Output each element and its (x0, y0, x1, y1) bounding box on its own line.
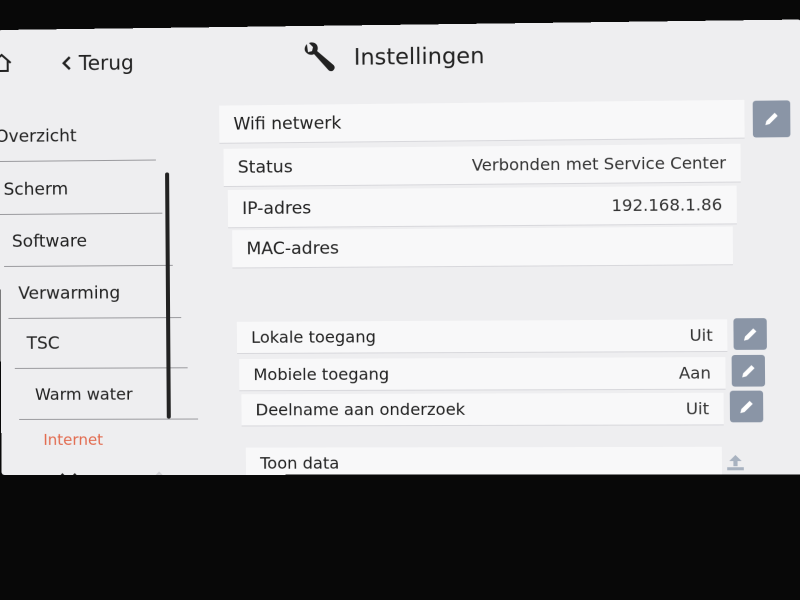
research-participation-edit-button[interactable] (729, 390, 764, 423)
upload-icon[interactable] (724, 452, 747, 472)
page-title: Instellingen (353, 43, 485, 71)
ip-address-row: IP-adres 192.168.1.86 (227, 185, 737, 228)
pencil-icon (743, 327, 757, 341)
sidebar-item-label: Software (11, 230, 88, 252)
pencil-icon (765, 112, 778, 126)
sidebar-item-verwarming[interactable]: Verwarming (8, 267, 182, 319)
mobile-access-edit-button[interactable] (731, 354, 766, 387)
status-value: Verbonden met Service Center (471, 153, 727, 175)
research-participation-value: Uit (685, 398, 710, 419)
sidebar-item-label: Warm water (34, 384, 133, 404)
local-access-row: Lokale toegang Uit (236, 319, 728, 354)
wifi-network-label: Wifi netwerk (233, 112, 342, 135)
sidebar-item-software[interactable]: Software (3, 215, 173, 267)
chevron-left-icon (61, 56, 71, 70)
sidebar-item-internet[interactable]: Internet (25, 415, 194, 464)
back-button[interactable]: Terug (61, 50, 134, 75)
sidebar-item-label: Overzicht (0, 125, 77, 147)
chevron-down-icon[interactable] (60, 472, 78, 476)
mobile-access-label: Mobiele toegang (253, 364, 390, 385)
header: Terug Instellingen (0, 20, 800, 97)
mobile-access-value: Aan (678, 363, 711, 383)
mobile-access-row: Mobiele toegang Aan (239, 357, 726, 391)
sidebar-item-tsc[interactable]: TSC (14, 318, 188, 369)
sidebar-item-label: Internet (43, 430, 104, 449)
local-access-label: Lokale toegang (251, 327, 376, 347)
pencil-icon (742, 364, 755, 377)
home-icon[interactable] (0, 52, 13, 74)
show-data-row[interactable]: Toon data (245, 446, 723, 476)
wifi-network-row[interactable]: Wifi netwerk (219, 99, 745, 143)
title-area: Instellingen (301, 38, 485, 77)
ip-address-label: IP-adres (242, 197, 312, 219)
sidebar-item-scherm[interactable]: Scherm (0, 163, 163, 216)
device-screen: Terug Instellingen Overzicht Scherm Soft… (0, 19, 800, 476)
mac-address-label: MAC-adres (246, 238, 340, 259)
sidebar-scrollbar[interactable] (165, 172, 171, 419)
status-row: Status Verbonden met Service Center (223, 143, 741, 187)
sidebar-item-label: Verwarming (18, 282, 121, 304)
status-label: Status (237, 156, 293, 178)
mac-address-row: MAC-adres (232, 226, 734, 268)
wifi-edit-button[interactable] (752, 100, 791, 138)
sidebar-item-warm-water[interactable]: Warm water (18, 369, 199, 420)
research-participation-label: Deelname aan onderzoek (255, 399, 466, 420)
back-label: Terug (78, 50, 134, 76)
sidebar-item-label: TSC (26, 333, 60, 354)
local-access-value: Uit (689, 325, 713, 345)
chevron-up-icon[interactable] (150, 470, 168, 475)
local-access-edit-button[interactable] (733, 318, 767, 350)
sidebar-item-overzicht[interactable]: Overzicht (0, 110, 156, 163)
sidebar-item-label: Scherm (3, 178, 69, 200)
ip-address-value: 192.168.1.86 (611, 194, 723, 216)
pencil-icon (740, 400, 753, 413)
sidebar: Overzicht Scherm Software Verwarming TSC… (0, 110, 199, 476)
wrench-icon (304, 42, 335, 72)
show-data-label: Toon data (260, 453, 340, 473)
research-participation-row: Deelname aan onderzoek Uit (241, 392, 724, 426)
settings-content: Wifi netwerk Status Verbonden met Servic… (215, 99, 791, 476)
